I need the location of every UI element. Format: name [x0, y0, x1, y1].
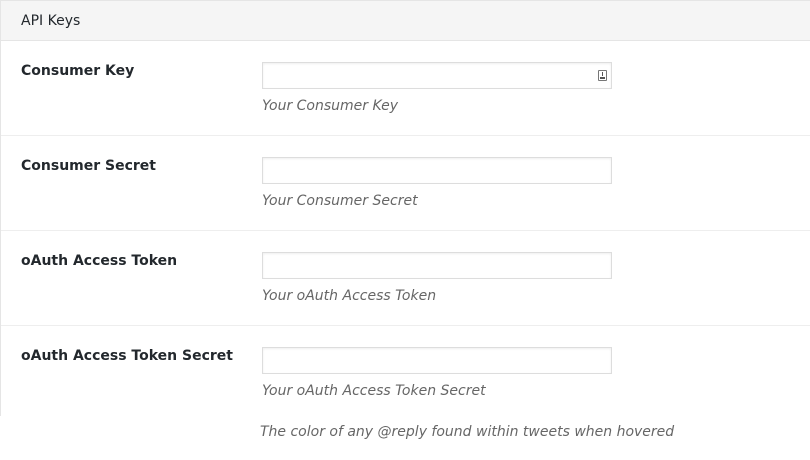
oauth-access-token-secret-label: oAuth Access Token Secret [21, 348, 233, 364]
autofill-key-icon[interactable] [598, 70, 607, 81]
panel-title: API Keys [21, 12, 81, 29]
setting-row-consumer-key: Consumer Key Your Consumer Key [1, 41, 810, 136]
consumer-secret-description: Your Consumer Secret [262, 193, 418, 209]
setting-row-oauth-access-token: oAuth Access Token Your oAuth Access Tok… [1, 231, 810, 326]
consumer-key-label: Consumer Key [21, 63, 135, 79]
oauth-access-token-label: oAuth Access Token [21, 253, 178, 269]
consumer-secret-input[interactable] [262, 157, 612, 184]
consumer-key-input[interactable] [262, 62, 612, 89]
oauth-access-token-secret-input[interactable] [262, 347, 612, 374]
oauth-access-token-input[interactable] [262, 252, 612, 279]
reply-hover-color-description: The color of any @reply found within twe… [260, 424, 675, 440]
consumer-key-description: Your Consumer Key [262, 98, 399, 114]
consumer-secret-label: Consumer Secret [21, 158, 156, 174]
setting-row-consumer-secret: Consumer Secret Your Consumer Secret [1, 136, 810, 231]
api-keys-panel: API Keys Consumer Key Your Consumer Key … [0, 0, 810, 416]
oauth-access-token-description: Your oAuth Access Token [262, 288, 437, 304]
panel-header: API Keys [1, 1, 810, 41]
oauth-access-token-secret-description: Your oAuth Access Token Secret [262, 383, 486, 399]
setting-row-oauth-access-token-secret: oAuth Access Token Secret Your oAuth Acc… [1, 326, 810, 421]
